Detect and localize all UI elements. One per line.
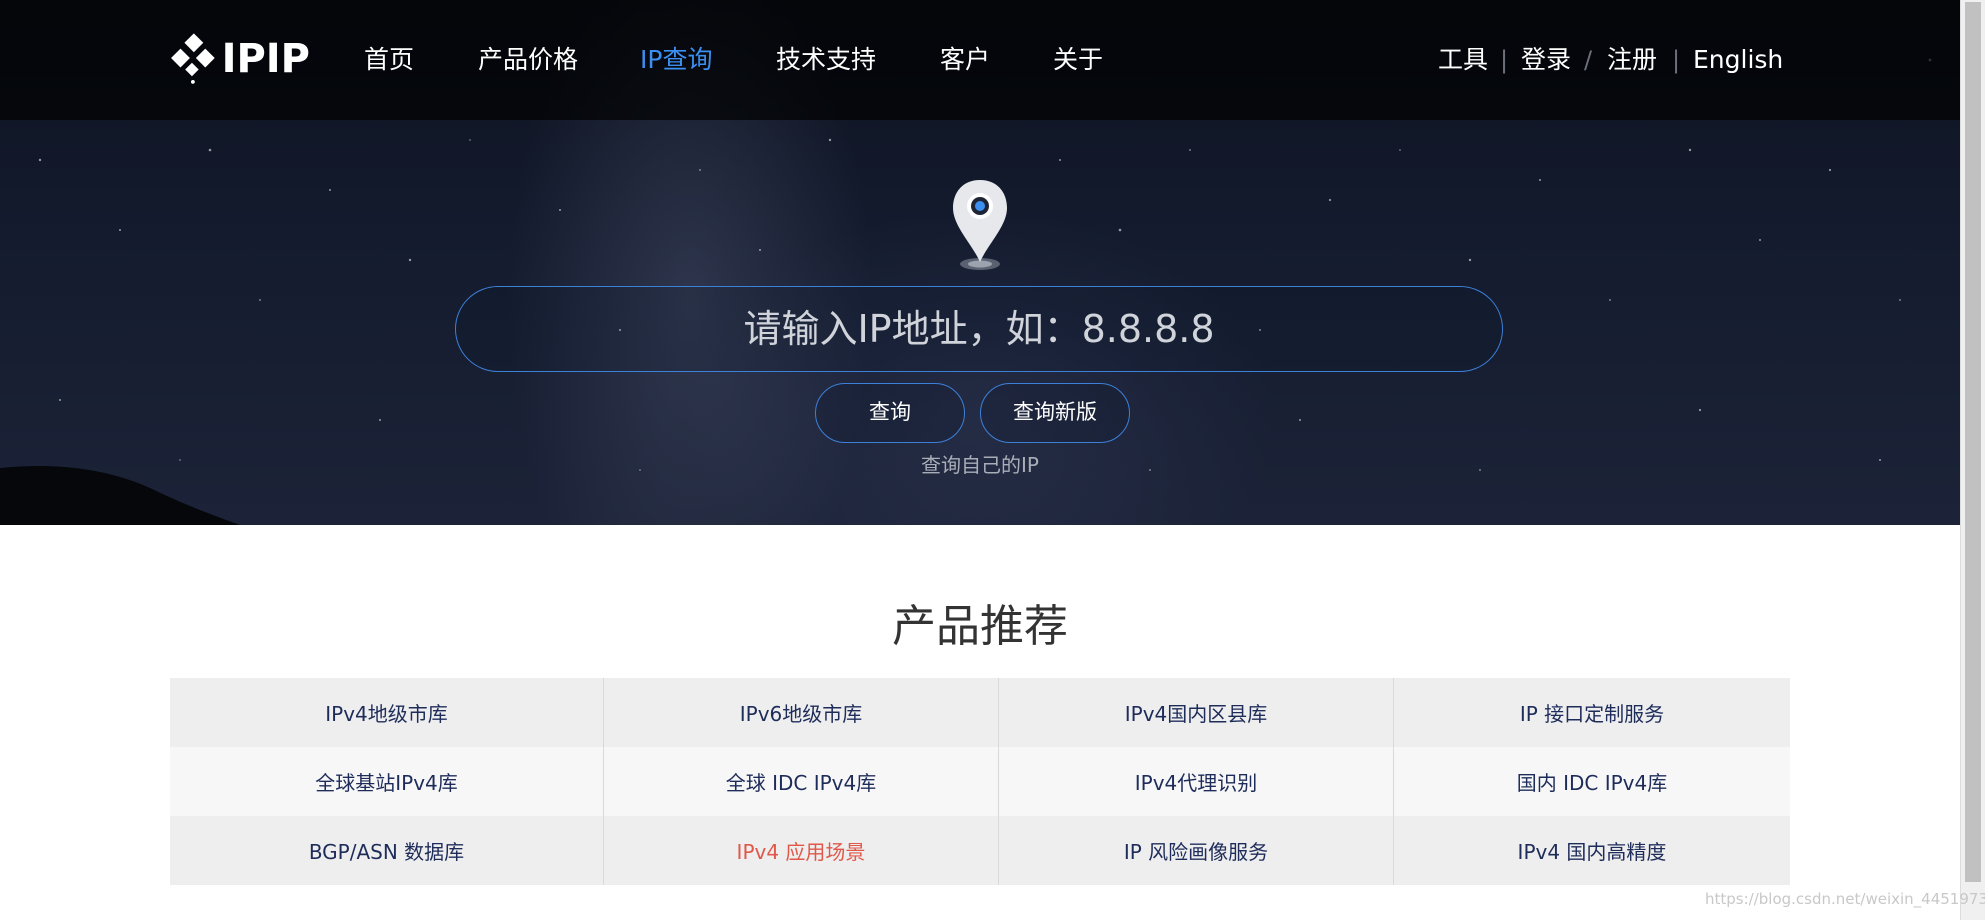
product-link[interactable]: 全球基站IPv4库 xyxy=(170,747,604,816)
login-link[interactable]: 登录 xyxy=(1521,40,1571,80)
logo-text: IPIP xyxy=(221,36,310,82)
product-link[interactable]: IPv4国内区县库 xyxy=(999,678,1394,747)
top-navbar: IPIP 首页 产品价格 IP查询 技术支持 客户 关于 工具 | 登录 / 注… xyxy=(0,0,1960,120)
logo-icon xyxy=(171,33,215,84)
product-link[interactable]: IPv4 国内高精度 xyxy=(1394,816,1790,885)
nav-item-about[interactable]: 关于 xyxy=(1053,40,1103,80)
table-row: BGP/ASN 数据库 IPv4 应用场景 IP 风险画像服务 IPv4 国内高… xyxy=(170,816,1790,885)
product-link[interactable]: 国内 IDC IPv4库 xyxy=(1394,747,1790,816)
product-link[interactable]: BGP/ASN 数据库 xyxy=(170,816,604,885)
product-link[interactable]: IPv4地级市库 xyxy=(170,678,604,747)
product-link[interactable]: IPv6地级市库 xyxy=(604,678,999,747)
scrollbar-thumb[interactable] xyxy=(1965,2,1981,882)
register-link[interactable]: 注册 xyxy=(1607,40,1657,80)
product-link[interactable]: IP 风险画像服务 xyxy=(999,816,1394,885)
table-row: IPv4地级市库 IPv6地级市库 IPv4国内区县库 IP 接口定制服务 xyxy=(170,678,1790,747)
ip-search-box xyxy=(455,286,1503,372)
products-grid: IPv4地级市库 IPv6地级市库 IPv4国内区县库 IP 接口定制服务 全球… xyxy=(170,678,1790,885)
product-link[interactable]: 全球 IDC IPv4库 xyxy=(604,747,999,816)
nav-item-support[interactable]: 技术支持 xyxy=(776,40,876,80)
separator: | xyxy=(1672,46,1681,74)
products-title: 产品推荐 xyxy=(892,601,1068,652)
product-link[interactable]: IP 接口定制服务 xyxy=(1394,678,1790,747)
nav-item-pricing[interactable]: 产品价格 xyxy=(478,40,578,80)
nav-item-home[interactable]: 首页 xyxy=(364,40,414,80)
location-pin-icon xyxy=(953,180,1007,270)
logo[interactable]: IPIP xyxy=(170,32,310,86)
vertical-scrollbar[interactable] xyxy=(1960,0,1985,920)
nav-item-customers[interactable]: 客户 xyxy=(940,40,990,80)
query-new-button[interactable]: 查询新版 xyxy=(980,383,1130,443)
ip-search-input[interactable] xyxy=(527,306,1431,352)
tools-link[interactable]: 工具 xyxy=(1438,40,1488,80)
product-link[interactable]: IPv4代理识别 xyxy=(999,747,1394,816)
separator: / xyxy=(1584,46,1593,74)
query-button[interactable]: 查询 xyxy=(815,383,965,443)
query-my-ip-link[interactable]: 查询自己的IP xyxy=(880,452,1080,478)
nav-item-ip-query[interactable]: IP查询 xyxy=(640,40,712,80)
hero-banner: IPIP 首页 产品价格 IP查询 技术支持 客户 关于 工具 | 登录 / 注… xyxy=(0,0,1960,525)
watermark: https://blog.csdn.net/weixin_44519739 xyxy=(1705,890,1985,908)
separator: | xyxy=(1500,46,1509,74)
product-link-highlighted[interactable]: IPv4 应用场景 xyxy=(604,816,999,885)
table-row: 全球基站IPv4库 全球 IDC IPv4库 IPv4代理识别 国内 IDC I… xyxy=(170,747,1790,816)
english-link[interactable]: English xyxy=(1693,40,1783,80)
